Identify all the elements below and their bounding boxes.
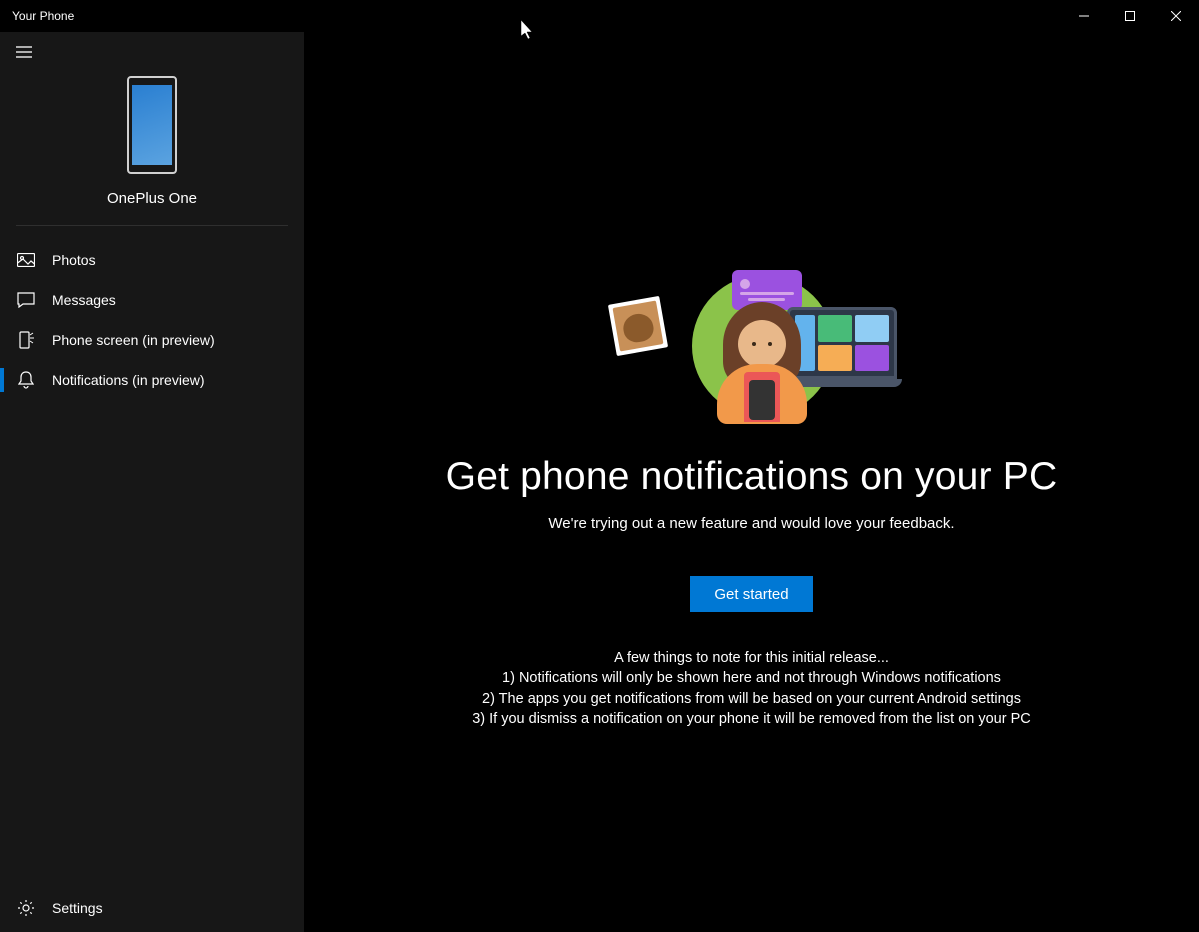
page-subheading: We're trying out a new feature and would… [548, 515, 954, 532]
close-button[interactable] [1153, 0, 1199, 32]
note-line: 3) If you dismiss a notification on your… [472, 709, 1031, 729]
maximize-icon [1125, 11, 1135, 21]
minimize-button[interactable] [1061, 0, 1107, 32]
release-notes: A few things to note for this initial re… [472, 648, 1031, 729]
titlebar: Your Phone [0, 0, 1199, 32]
close-icon [1171, 11, 1181, 21]
main-content: Get phone notifications on your PC We're… [304, 32, 1199, 932]
notifications-icon [16, 370, 36, 390]
sidebar-item-label: Phone screen (in preview) [52, 332, 215, 348]
minimize-icon [1079, 11, 1089, 21]
sidebar-item-notifications[interactable]: Notifications (in preview) [0, 360, 304, 400]
divider [16, 225, 288, 226]
phone-name-label: OnePlus One [107, 190, 197, 207]
hamburger-button[interactable] [0, 32, 48, 72]
nav-list: Photos Messages Phone screen (in preview… [0, 240, 304, 400]
app-title: Your Phone [12, 9, 74, 23]
sidebar-item-settings[interactable]: Settings [0, 884, 304, 932]
sidebar-item-photos[interactable]: Photos [0, 240, 304, 280]
get-started-button[interactable]: Get started [690, 576, 812, 612]
gear-icon [16, 898, 36, 918]
phone-illustration [127, 76, 177, 174]
hero-illustration [602, 270, 902, 425]
note-line: 1) Notifications will only be shown here… [472, 668, 1031, 688]
phone-screen-icon [16, 330, 36, 350]
sidebar-item-label: Messages [52, 292, 116, 308]
sidebar-item-label: Photos [52, 252, 96, 268]
photos-icon [16, 250, 36, 270]
phone-preview: OnePlus One [0, 72, 304, 225]
sidebar-item-messages[interactable]: Messages [0, 280, 304, 320]
window-controls [1061, 0, 1199, 32]
hamburger-icon [16, 46, 32, 58]
sidebar: OnePlus One Photos Messages Phone scree [0, 32, 304, 932]
notes-intro: A few things to note for this initial re… [472, 648, 1031, 668]
messages-icon [16, 290, 36, 310]
maximize-button[interactable] [1107, 0, 1153, 32]
settings-label: Settings [52, 900, 103, 916]
note-line: 2) The apps you get notifications from w… [472, 689, 1031, 709]
page-heading: Get phone notifications on your PC [446, 455, 1058, 499]
sidebar-item-phone-screen[interactable]: Phone screen (in preview) [0, 320, 304, 360]
sidebar-item-label: Notifications (in preview) [52, 372, 205, 388]
